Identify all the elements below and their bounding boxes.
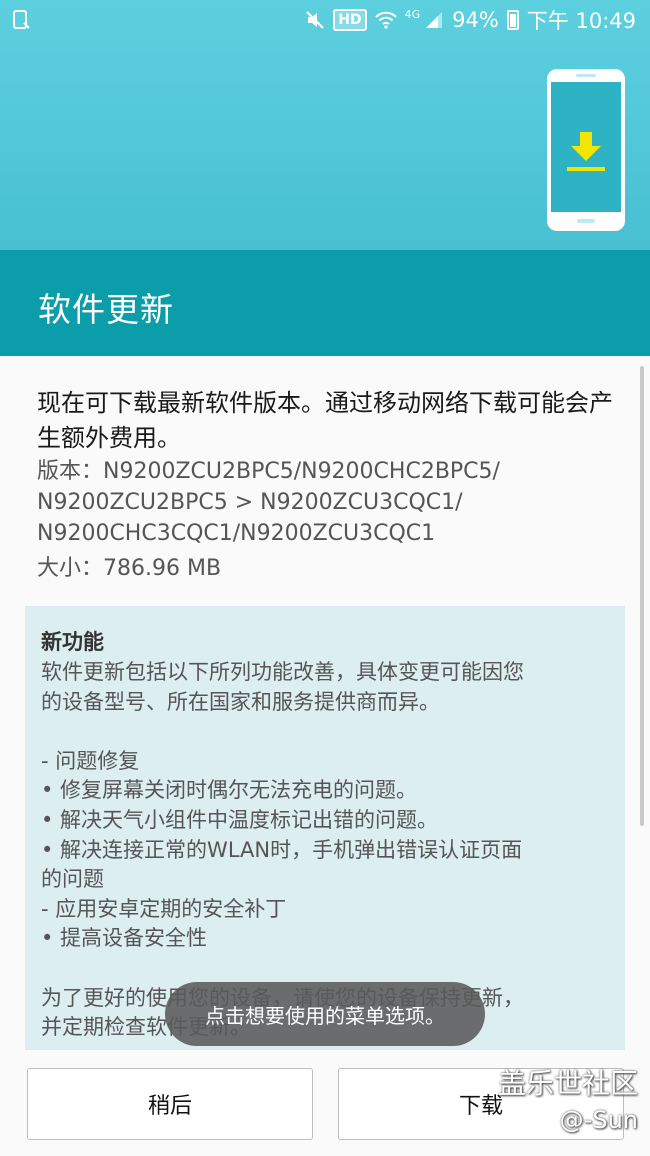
feature-line: - 应用安卓定期的安全补丁 bbox=[41, 896, 287, 921]
signal-icon bbox=[426, 12, 443, 28]
feature-line: • 修复屏幕关闭时偶尔无法充电的问题。 bbox=[41, 778, 418, 803]
update-intro: 现在可下载最新软件版本。通过移动网络下载可能会产生额外费用。 bbox=[37, 389, 613, 452]
version-line: N9200CHC3CQC1/N9200ZCU3CQC1 bbox=[37, 521, 436, 546]
watermark: 盖乐世社区 @-Sun bbox=[498, 1066, 638, 1138]
update-size: 大小：786.96 MB bbox=[37, 556, 222, 581]
later-button[interactable]: 稍后 bbox=[27, 1068, 313, 1140]
status-bar: HD 4G 94% 下午 10:49 bbox=[0, 0, 650, 40]
toast-message: 点击想要使用的菜单选项。 bbox=[165, 982, 485, 1046]
watermark-line: 盖乐世社区 bbox=[497, 1067, 638, 1100]
version-line: N9200ZCU2BPC5 > N9200ZCU3CQC1/ bbox=[37, 490, 463, 515]
new-features-title: 新功能 bbox=[41, 630, 104, 654]
battery-percent: 94% bbox=[452, 8, 499, 32]
update-meta: 版本：N9200ZCU2BPC5/N9200CHC2BPC5/ N9200ZCU… bbox=[37, 456, 617, 584]
page-title: 软件更新 bbox=[38, 290, 174, 329]
version-line: 版本：N9200ZCU2BPC5/N9200CHC2BPC5/ bbox=[37, 459, 500, 484]
scrollbar[interactable] bbox=[640, 366, 644, 826]
feature-line: 的设备型号、所在国家和服务提供商而异。 bbox=[41, 689, 440, 714]
feature-line: • 提高设备安全性 bbox=[41, 926, 208, 951]
network-type: 4G bbox=[404, 8, 421, 21]
wifi-icon bbox=[374, 11, 397, 29]
mute-icon bbox=[306, 11, 324, 29]
hd-badge: HD bbox=[333, 9, 367, 31]
phone-download-illustration bbox=[547, 69, 625, 231]
clock: 下午 10:49 bbox=[526, 9, 636, 33]
update-content[interactable]: 现在可下载最新软件版本。通过移动网络下载可能会产生额外费用。 版本：N9200Z… bbox=[0, 356, 650, 1050]
feature-line bbox=[41, 717, 611, 747]
feature-line: - 问题修复 bbox=[41, 748, 140, 773]
notification-icon bbox=[13, 10, 30, 29]
feature-line: 的问题 bbox=[41, 867, 104, 892]
feature-line: • 解决连接正常的WLAN时，手机弹出错误认证页面 bbox=[41, 837, 523, 862]
feature-line: 软件更新包括以下所列功能改善，具体变更可能因您 bbox=[41, 660, 524, 684]
feature-line bbox=[41, 954, 611, 984]
feature-line: • 解决天气小组件中温度标记出错的问题。 bbox=[41, 807, 439, 832]
watermark-line: @-Sun bbox=[559, 1106, 638, 1134]
battery-icon bbox=[506, 10, 519, 30]
